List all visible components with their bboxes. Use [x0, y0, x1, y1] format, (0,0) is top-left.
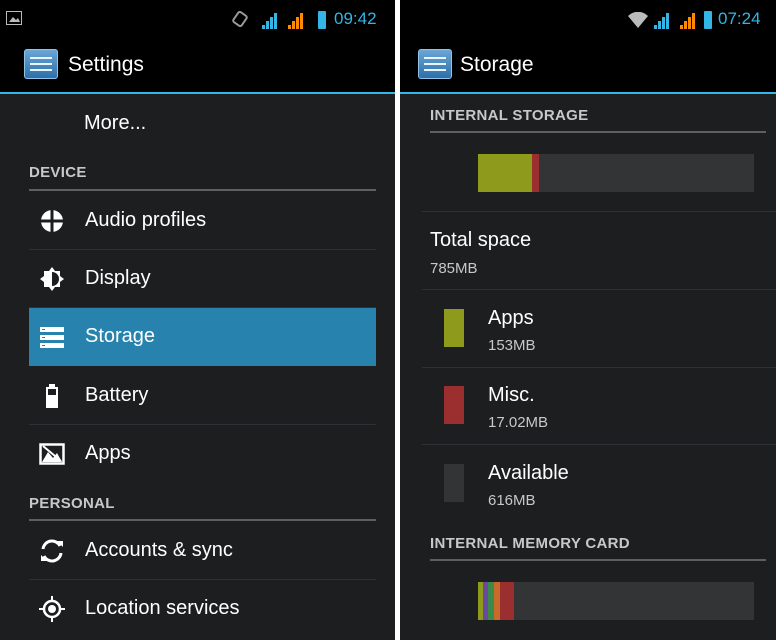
settings-item-location-services[interactable]: Location services [29, 580, 376, 638]
second-signal-icon [680, 13, 698, 29]
status-time: 07:24 [718, 9, 761, 28]
roaming-signal-icon [288, 13, 306, 29]
sync-icon [41, 539, 63, 563]
settings-item-label: Audio profiles [85, 209, 207, 231]
signal-strength-icon [654, 13, 672, 29]
location-icon [39, 596, 65, 622]
audio-profiles-icon [39, 208, 65, 234]
settings-item-label: Storage [85, 325, 156, 347]
total-space-value: 785MB [430, 260, 478, 277]
apps-icon [39, 443, 65, 465]
settings-item-battery[interactable]: Battery [29, 367, 376, 425]
total-space-label: Total space [430, 229, 532, 251]
action-bar: Settings [0, 36, 395, 94]
storage-item-value: 153MB [488, 337, 536, 354]
storage-usage-bar [478, 154, 754, 192]
section-header-device: DEVICE [29, 164, 376, 191]
settings-item-label: Accounts & sync [85, 539, 233, 561]
storage-bar-apps [478, 154, 532, 192]
display-icon [40, 267, 64, 291]
settings-app-icon[interactable] [418, 49, 452, 79]
status-bar: 07:24 [400, 0, 776, 36]
storage-item-label: Available [488, 462, 569, 484]
settings-item-label: Location services [85, 597, 240, 619]
section-header-internal-storage: INTERNAL STORAGE [430, 107, 766, 133]
settings-item-display[interactable]: Display [29, 250, 376, 308]
settings-item-label: Battery [85, 384, 149, 406]
settings-item-audio-profiles[interactable]: Audio profiles [29, 192, 376, 250]
settings-app-icon[interactable] [24, 49, 58, 79]
settings-item-accounts-sync[interactable]: Accounts & sync [29, 522, 376, 580]
storage-icon [40, 327, 64, 348]
settings-screen: 09:42 Settings More... DEVICE Audio prof… [0, 0, 395, 640]
more-item[interactable]: More... [84, 112, 146, 135]
battery-status-icon [318, 11, 326, 29]
storage-item-label: Misc. [488, 384, 535, 406]
available-color-swatch [444, 464, 464, 502]
status-bar: 09:42 [0, 0, 395, 36]
misc-color-swatch [444, 386, 464, 424]
battery-status-icon [704, 11, 712, 29]
storage-bar-misc [532, 154, 539, 192]
action-bar: Storage [400, 36, 776, 94]
settings-item-label: Display [85, 267, 151, 289]
page-title: Storage [460, 53, 534, 76]
apps-color-swatch [444, 309, 464, 347]
picture-notification-icon [6, 11, 22, 25]
signal-strength-icon [262, 13, 280, 29]
storage-item-value: 616MB [488, 492, 536, 509]
section-header-internal-memory-card: INTERNAL MEMORY CARD [430, 535, 766, 561]
memory-bar-segment [500, 582, 514, 620]
section-header-personal: PERSONAL [29, 495, 376, 521]
page-title: Settings [68, 53, 144, 76]
vibrate-icon [232, 11, 248, 27]
memory-card-usage-bar [478, 582, 754, 620]
settings-item-label: Apps [85, 442, 131, 464]
settings-item-storage[interactable]: Storage [29, 308, 376, 366]
status-time: 09:42 [334, 9, 377, 28]
battery-icon [46, 384, 58, 408]
storage-item-label: Apps [488, 307, 534, 329]
wifi-icon [628, 12, 648, 28]
settings-item-apps[interactable]: Apps [29, 425, 376, 483]
storage-item-value: 17.02MB [488, 414, 549, 431]
storage-screen: 07:24 Storage INTERNAL STORAGE Total spa… [400, 0, 776, 640]
